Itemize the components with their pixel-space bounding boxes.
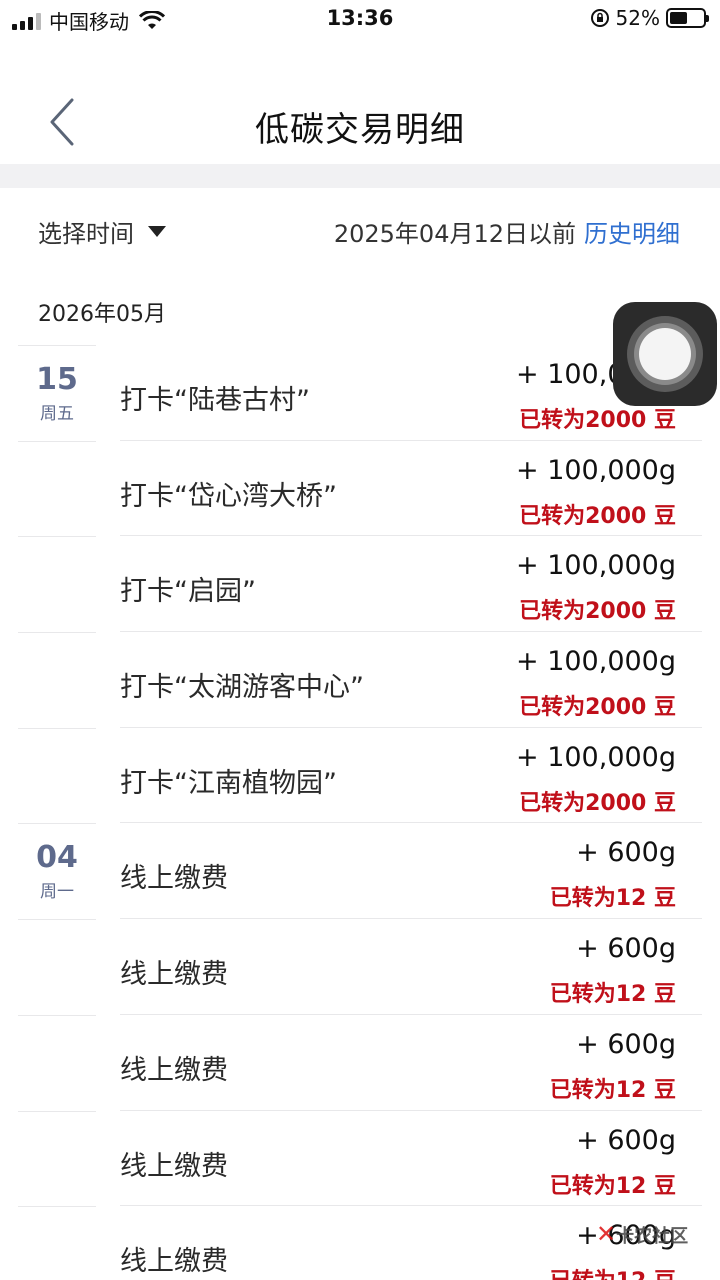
transaction-title: 线上缴费 [120, 863, 228, 895]
date-column [18, 632, 96, 728]
conversion-note: 已转为12 豆 [549, 1077, 676, 1103]
date-column [18, 919, 96, 1015]
list-item[interactable]: 打卡“岱心湾大桥” + 100,000g 已转为2000 豆 [0, 440, 720, 537]
row-content: 线上缴费 + 600g 已转为12 豆 [120, 1111, 702, 1207]
date-column [18, 1110, 96, 1207]
transaction-title: 打卡“太湖游客中心” [120, 672, 364, 704]
transaction-amount: + 600g [576, 837, 676, 869]
date-column: 04 周一 [18, 823, 96, 919]
list-item[interactable]: 线上缴费 + 600g 已转为12 豆 [0, 919, 720, 1015]
history-detail-link[interactable]: 历史明细 [584, 220, 680, 248]
list-item[interactable]: 打卡“太湖游客中心” + 100,000g 已转为2000 豆 [0, 632, 720, 728]
cutoff-date-text: 2025年04月12日以前 [333, 220, 576, 248]
row-content: 打卡“江南植物园” + 100,000g 已转为2000 豆 [120, 728, 702, 824]
transaction-title: 线上缴费 [120, 959, 228, 991]
transaction-amount: + 600g [576, 1028, 676, 1060]
page-title: 低碳交易明细 [255, 110, 465, 150]
list-item[interactable]: 线上缴费 + 600g 已转为12 豆 [0, 1014, 720, 1111]
conversion-note: 已转为2000 豆 [519, 695, 676, 721]
conversion-note: 已转为12 豆 [549, 886, 676, 912]
assistive-ring-middle [634, 323, 696, 385]
month-header: 2026年05月 [38, 302, 166, 327]
list-item[interactable]: 15 周五 打卡“陆巷古村” + 100,000g 已转为2000 豆 [0, 345, 720, 441]
transaction-title: 打卡“岱心湾大桥” [120, 480, 337, 512]
time-select-label: 选择时间 [38, 220, 134, 248]
transaction-title: 打卡“启园” [120, 576, 256, 608]
row-content: 线上缴费 + 600g 已转为12 豆 [120, 919, 702, 1015]
transaction-title: 线上缴费 [120, 1246, 228, 1278]
weekday-label: 周五 [40, 404, 74, 424]
row-content: 打卡“启园” + 100,000g 已转为2000 豆 [120, 536, 702, 633]
filter-row: 选择时间 2025年04月12日以前 历史明细 [0, 188, 720, 270]
transaction-title: 线上缴费 [120, 1054, 228, 1086]
conversion-note: 已转为12 豆 [550, 1263, 676, 1280]
weekday-label: 周一 [40, 882, 74, 903]
day-number: 04 [36, 840, 78, 876]
transaction-amount: + 100,000g [516, 646, 676, 678]
date-column [18, 440, 96, 537]
conversion-note: 已转为2000 豆 [519, 599, 676, 625]
conversion-note: 已转为12 豆 [549, 1173, 676, 1199]
transaction-amount: + 600g [576, 933, 676, 965]
row-content: 打卡“岱心湾大桥” + 100,000g 已转为2000 豆 [120, 441, 702, 537]
day-number: 15 [36, 362, 78, 397]
assistive-ring-outer [627, 316, 703, 392]
transaction-title: 打卡“江南植物园” [120, 767, 337, 799]
watermark-text: 卡农社区 [616, 1226, 689, 1247]
status-bar: 中国移动 13:36 52% [0, 0, 720, 38]
transaction-title: 线上缴费 [120, 1150, 228, 1182]
conversion-note: 已转为2000 豆 [519, 790, 676, 816]
battery-percent: 52% [615, 6, 660, 30]
section-divider [0, 164, 720, 188]
battery-icon [666, 8, 709, 28]
time-select-dropdown[interactable]: 选择时间 [38, 214, 166, 249]
date-column [18, 1014, 96, 1111]
list-item[interactable]: 打卡“启园” + 100,000g 已转为2000 豆 [0, 536, 720, 633]
caret-down-icon [148, 226, 166, 237]
date-column [18, 536, 96, 632]
list-item[interactable]: 打卡“江南植物园” + 100,000g 已转为2000 豆 [0, 727, 720, 824]
transaction-amount: + 100,000g [516, 454, 676, 486]
status-right: 52% [590, 6, 709, 30]
row-content: 打卡“太湖游客中心” + 100,000g 已转为2000 豆 [120, 632, 702, 728]
transaction-list: 15 周五 打卡“陆巷古村” + 100,000g 已转为2000 豆 打卡“岱… [0, 345, 720, 1280]
assistive-touch-icon[interactable] [613, 302, 717, 406]
date-column [18, 1206, 96, 1280]
battery-fill [670, 12, 687, 24]
row-content: 线上缴费 + 600g 已转为12 豆 [120, 823, 702, 920]
conversion-note: 已转为2000 豆 [519, 408, 676, 433]
row-content: 线上缴费 + 600g 已转为12 豆 [120, 1015, 702, 1111]
nav-bar: 低碳交易明细 [0, 38, 720, 164]
transaction-amount: + 100,000g [516, 550, 676, 582]
transaction-amount: + 600g [576, 1124, 676, 1156]
transaction-title: 打卡“陆巷古村” [120, 385, 310, 416]
conversion-note: 已转为2000 豆 [519, 503, 676, 529]
transaction-amount: + 100,000g [516, 741, 676, 773]
list-item[interactable]: 04 周一 线上缴费 + 600g 已转为12 豆 [0, 823, 720, 920]
date-column [18, 727, 96, 824]
rotation-lock-icon [590, 9, 609, 27]
date-column: 15 周五 [18, 345, 96, 441]
assistive-ring-inner [639, 328, 691, 380]
list-item[interactable]: 线上缴费 + 600g 已转为12 豆 [0, 1110, 720, 1207]
history-info: 2025年04月12日以前 历史明细 [334, 214, 680, 249]
conversion-note: 已转为12 豆 [549, 982, 676, 1008]
watermark-logo: ✕卡农社区 [596, 1220, 689, 1248]
